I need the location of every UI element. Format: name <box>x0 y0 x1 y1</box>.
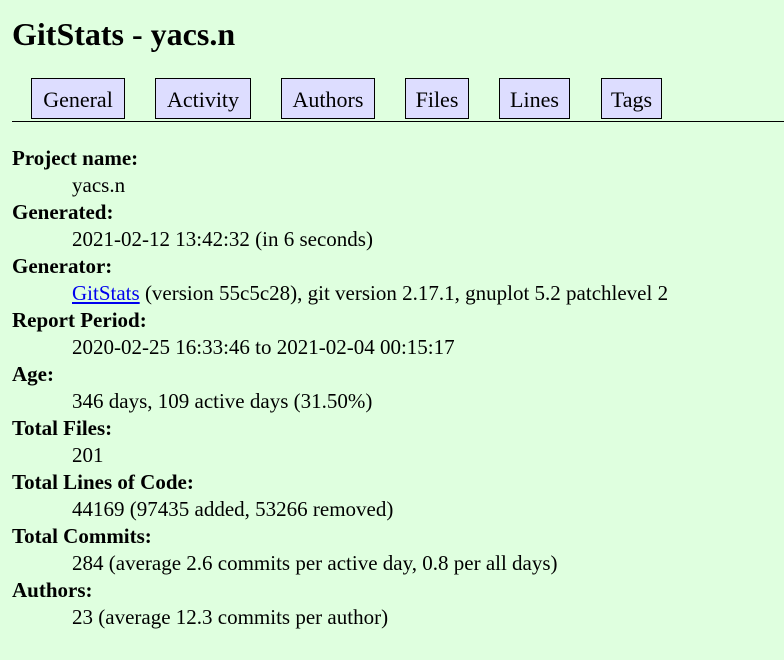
nav-tab-activity[interactable]: Activity <box>155 78 251 119</box>
generated-label: Generated: <box>12 200 114 224</box>
project-name-label: Project name: <box>12 146 139 170</box>
total-loc-label: Total Lines of Code: <box>12 470 194 494</box>
report-period-label: Report Period: <box>12 308 147 332</box>
authors-label: Authors: <box>12 578 93 602</box>
generator-details: (version 55c5c28), git version 2.17.1, g… <box>139 281 669 305</box>
total-commits-value: 284 (average 2.6 commits per active day,… <box>72 551 558 575</box>
total-commits-label: Total Commits: <box>12 524 152 548</box>
authors-value: 23 (average 12.3 commits per author) <box>72 605 389 629</box>
total-files-value: 201 <box>72 443 104 467</box>
generator-value: GitStats (version 55c5c28), git version … <box>72 280 668 307</box>
nav-tab-lines[interactable]: Lines <box>499 78 570 119</box>
nav-bar: General Activity Authors Files Lines Tag… <box>12 78 784 122</box>
gitstats-link[interactable]: GitStats <box>72 281 140 305</box>
age-label: Age: <box>12 362 54 386</box>
page-title: GitStats - yacs.n <box>12 16 236 52</box>
generated-value: 2021-02-12 13:42:32 (in 6 seconds) <box>72 227 373 251</box>
general-stats-list: Project name: yacs.n Generated: 2021-02-… <box>12 145 668 631</box>
nav-tab-general[interactable]: General <box>31 78 125 119</box>
project-name-value: yacs.n <box>72 173 126 197</box>
total-loc-value: 44169 (97435 added, 53266 removed) <box>72 497 394 521</box>
nav-tab-authors[interactable]: Authors <box>281 78 375 119</box>
total-files-label: Total Files: <box>12 416 113 440</box>
nav-tab-files[interactable]: Files <box>405 78 469 119</box>
age-value: 346 days, 109 active days (31.50%) <box>72 389 373 413</box>
nav-tab-tags[interactable]: Tags <box>601 78 662 119</box>
report-period-value: 2020-02-25 16:33:46 to 2021-02-04 00:15:… <box>72 335 455 359</box>
generator-label: Generator: <box>12 254 113 278</box>
